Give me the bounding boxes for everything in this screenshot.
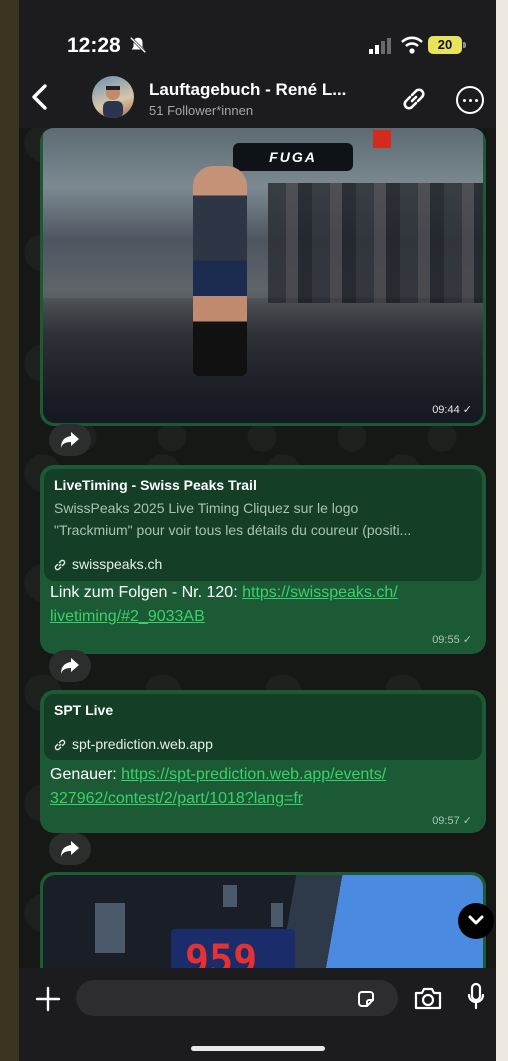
more-options-button[interactable]	[456, 86, 484, 114]
preview-domain: swisspeaks.ch	[54, 556, 162, 572]
message-time: 09:55 ✓	[432, 633, 472, 646]
message-timestamp: 09:55	[432, 634, 460, 646]
sent-check-icon: ✓	[462, 404, 472, 416]
forward-button[interactable]	[49, 424, 91, 456]
message-timestamp: 09:44	[432, 404, 460, 416]
link-preview-card[interactable]: SPT Live spt-prediction.web.app	[44, 694, 482, 760]
scroll-to-bottom-button[interactable]	[458, 903, 494, 939]
wifi-icon	[401, 36, 423, 54]
message-time: 09:57 ✓	[432, 814, 472, 827]
message-time: 09:44 ✓	[432, 403, 472, 416]
photo-window	[271, 903, 283, 927]
runner-figure	[193, 166, 247, 376]
composer-bar	[19, 968, 496, 1061]
link-message-2[interactable]: SPT Live spt-prediction.web.app Genauer:…	[40, 690, 486, 833]
channel-avatar[interactable]	[92, 76, 134, 118]
preview-description-line1: SwissPeaks 2025 Live Timing Cliquez sur …	[54, 500, 359, 516]
swiss-flag	[373, 130, 391, 148]
link-icon[interactable]	[399, 84, 429, 114]
left-edge-background	[0, 0, 19, 1061]
sticker-icon[interactable]	[356, 989, 376, 1009]
photo-message-1[interactable]: FUGA 09:44 ✓	[40, 128, 486, 426]
camera-icon[interactable]	[413, 985, 443, 1011]
message-text-prefix: Link zum Folgen - Nr. 120:	[50, 584, 243, 601]
phone-screen: 12:28 20 Lauftagebuch - René L... 51 Fol…	[19, 0, 496, 1061]
link-message-1[interactable]: LiveTiming - Swiss Peaks Trail SwissPeak…	[40, 465, 486, 654]
battery-indicator: 20	[428, 36, 466, 54]
sent-check-icon: ✓	[462, 634, 472, 646]
link-small-icon	[54, 739, 66, 751]
link-preview-card[interactable]: LiveTiming - Swiss Peaks Trail SwissPeak…	[44, 469, 482, 581]
preview-description-line2: "Trackmium" pour voir tous les détails d…	[54, 522, 412, 538]
photo-window	[95, 903, 125, 953]
preview-title: LiveTiming - Swiss Peaks Trail	[54, 477, 257, 493]
message-text-prefix: Genauer:	[50, 766, 122, 783]
home-indicator	[191, 1046, 325, 1051]
plus-icon[interactable]	[35, 986, 61, 1012]
preview-title: SPT Live	[54, 702, 114, 718]
silent-bell-icon	[129, 36, 147, 54]
link-small-icon	[54, 559, 66, 571]
photo-shadows	[43, 298, 483, 423]
right-edge-background	[496, 0, 508, 1061]
forward-button[interactable]	[49, 833, 91, 865]
forward-button[interactable]	[49, 650, 91, 682]
message-input[interactable]	[76, 980, 398, 1016]
status-time: 12:28	[67, 34, 121, 57]
channel-header: Lauftagebuch - René L... 51 Follower*inn…	[19, 66, 496, 128]
photo-banner-text: FUGA	[233, 143, 353, 171]
message-text: Genauer: https://spt-prediction.web.app/…	[50, 763, 476, 811]
chevron-down-icon	[468, 915, 484, 925]
photo-window	[223, 885, 237, 907]
message-timestamp: 09:57	[432, 815, 460, 827]
race-start-photo[interactable]: FUGA	[43, 128, 483, 423]
channel-title[interactable]: Lauftagebuch - René L...	[149, 80, 346, 100]
preview-domain: spt-prediction.web.app	[54, 736, 213, 752]
microphone-icon[interactable]	[467, 982, 485, 1012]
signal-icon	[369, 38, 391, 54]
photo-crowd	[268, 183, 483, 303]
preview-domain-text: swisspeaks.ch	[72, 556, 163, 572]
preview-domain-text: spt-prediction.web.app	[72, 736, 213, 752]
sent-check-icon: ✓	[462, 815, 472, 827]
follower-count: 51 Follower*innen	[149, 103, 254, 118]
message-text: Link zum Folgen - Nr. 120: https://swiss…	[50, 581, 476, 629]
back-chevron-icon[interactable]	[27, 82, 53, 112]
